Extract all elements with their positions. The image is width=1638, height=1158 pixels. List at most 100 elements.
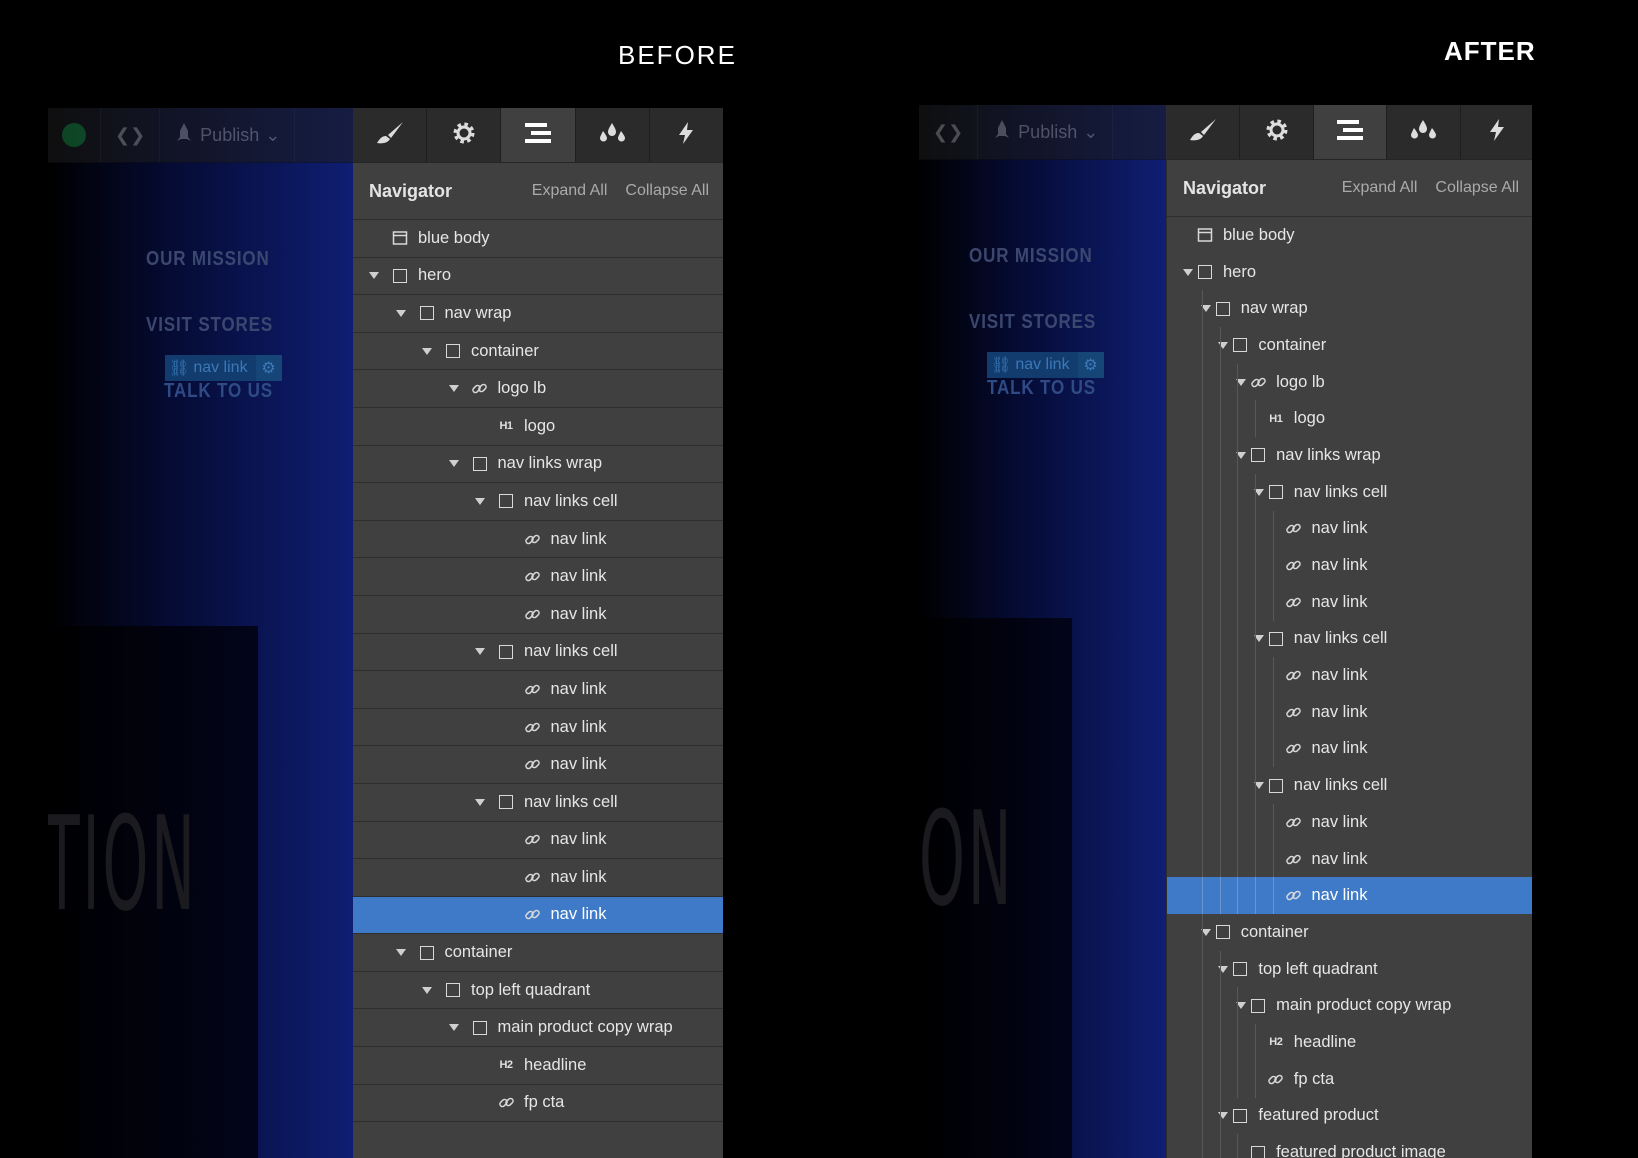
navigator-row[interactable]: H1 logo [1167,400,1532,438]
navigator-row[interactable]: featured product [1167,1097,1532,1135]
navigator-row[interactable]: nav link [353,596,723,634]
navigator-row[interactable]: top left quadrant [353,972,723,1010]
canvas-nav-link[interactable]: OUR MISSION [969,245,1093,268]
navigator-row[interactable]: hero [353,258,723,296]
navigator-row[interactable]: container [353,333,723,371]
navigator-row[interactable]: nav link [353,822,723,860]
navigator-row[interactable]: nav links cell [1167,473,1532,511]
caret-down-icon[interactable] [1234,451,1248,459]
navigator-row[interactable]: nav links wrap [1167,437,1532,474]
navigator-row[interactable]: nav links cell [1167,620,1532,658]
navigator-row[interactable]: blue body [1167,217,1532,254]
navigator-row[interactable]: fp cta [353,1085,723,1123]
navigator-row[interactable]: blue body [353,220,723,258]
navigator-row[interactable]: nav links cell [353,634,723,672]
canvas-nav-link[interactable]: TALK TO US [987,377,1096,400]
navigator-row[interactable]: top left quadrant [1167,950,1532,988]
canvas-nav-link[interactable]: TALK TO US [164,380,273,403]
navigator-row[interactable]: nav links wrap [353,446,723,484]
gear-icon[interactable]: ⚙ [255,355,282,381]
navigator-row[interactable]: nav links cell [1167,767,1532,804]
navigator-row[interactable]: hero [1167,254,1532,291]
caret-down-icon[interactable] [1234,1002,1248,1010]
canvas-nav-link[interactable]: VISIT STORES [969,311,1096,334]
navigator-row[interactable]: H2 headline [1167,1024,1532,1061]
navigator-row[interactable]: nav link [353,709,723,747]
expand-all-button[interactable]: Expand All [1342,179,1418,197]
navigator-row[interactable]: nav link [1167,693,1532,731]
navigator-row[interactable]: nav link [353,896,723,935]
caret-down-icon[interactable] [1216,965,1230,973]
gear-icon[interactable]: ⚙ [1077,352,1104,378]
code-icon[interactable]: ❮❯ [101,108,161,162]
tab-swatches[interactable] [1387,105,1461,159]
designer-canvas[interactable]: ❮❯ Publish ⌄ OUR MISSION VISIT STORES ⛓ … [919,105,1166,1158]
navigator-row[interactable]: H2 headline [353,1047,723,1085]
caret-down-icon[interactable] [394,309,408,317]
caret-down-icon[interactable] [394,949,408,957]
designer-canvas[interactable]: ❮❯ Publish ⌄ OUR MISSION VISIT STORES ⛓ … [48,108,353,1158]
navigator-row[interactable]: container [1167,914,1532,951]
publish-button[interactable]: Publish ⌄ [978,105,1114,159]
tab-settings[interactable] [1240,105,1314,159]
navigator-row[interactable]: main product copy wrap [353,1009,723,1048]
navigator-row[interactable]: nav wrap [1167,290,1532,328]
status-check-icon[interactable] [48,108,101,162]
navigator-row[interactable]: main product copy wrap [1167,987,1532,1025]
navigator-row[interactable]: logo lb [1167,363,1532,401]
navigator-row[interactable]: nav link [353,558,723,596]
caret-down-icon[interactable] [473,798,487,806]
selected-element-chip[interactable]: ⛓ nav link ⚙ [987,352,1104,378]
caret-down-icon[interactable] [1252,635,1266,643]
navigator-row[interactable]: nav link [1167,840,1532,878]
caret-down-icon[interactable] [473,497,487,505]
collapse-all-button[interactable]: Collapse All [1435,179,1519,197]
tab-navigator[interactable] [1313,105,1388,159]
navigator-row[interactable]: nav link [353,746,723,784]
publish-button[interactable]: Publish ⌄ [160,108,296,162]
navigator-row[interactable]: nav link [353,859,723,897]
tab-style[interactable] [1167,105,1241,159]
navigator-row[interactable]: nav link [353,521,723,559]
expand-all-button[interactable]: Expand All [532,182,608,200]
canvas-nav-link[interactable]: VISIT STORES [146,314,273,337]
selected-element-chip[interactable]: ⛓ nav link ⚙ [165,355,282,381]
navigator-row[interactable]: nav links cell [353,784,723,822]
caret-down-icon[interactable] [473,648,487,656]
navigator-row[interactable]: container [1167,327,1532,364]
navigator-row[interactable]: nav link [1167,583,1532,621]
navigator-row[interactable]: nav link [1167,510,1532,548]
navigator-row[interactable]: nav link [1167,657,1532,694]
navigator-row[interactable]: logo lb [353,370,723,408]
tab-settings[interactable] [427,108,502,162]
caret-down-icon[interactable] [1199,928,1213,936]
navigator-row[interactable]: container [353,934,723,972]
tab-interactions[interactable] [650,108,723,162]
tab-navigator[interactable] [501,108,576,162]
caret-down-icon[interactable] [1252,782,1266,790]
navigator-row[interactable]: nav wrap [353,295,723,333]
caret-down-icon[interactable] [420,986,434,994]
caret-down-icon[interactable] [1216,1112,1230,1120]
tab-swatches[interactable] [576,108,650,162]
navigator-row[interactable]: nav link [1167,547,1532,584]
caret-down-icon[interactable] [447,1024,461,1032]
caret-down-icon[interactable] [420,347,434,355]
code-icon[interactable]: ❮❯ [919,105,979,159]
caret-down-icon[interactable] [1252,488,1266,496]
navigator-row[interactable]: nav link [1167,804,1532,841]
tab-style[interactable] [353,108,428,162]
navigator-row[interactable]: featured product image [1167,1134,1532,1158]
tab-interactions[interactable] [1461,105,1532,159]
caret-down-icon[interactable] [447,385,461,393]
caret-down-icon[interactable] [1216,341,1230,349]
caret-down-icon[interactable] [1199,305,1213,313]
navigator-row[interactable]: H1 logo [353,408,723,446]
caret-down-icon[interactable] [367,272,381,280]
navigator-row[interactable]: nav link [1167,877,1532,915]
caret-down-icon[interactable] [1234,378,1248,386]
navigator-row[interactable]: nav link [353,671,723,709]
navigator-row[interactable]: fp cta [1167,1060,1532,1098]
caret-down-icon[interactable] [1181,268,1195,276]
caret-down-icon[interactable] [447,460,461,468]
